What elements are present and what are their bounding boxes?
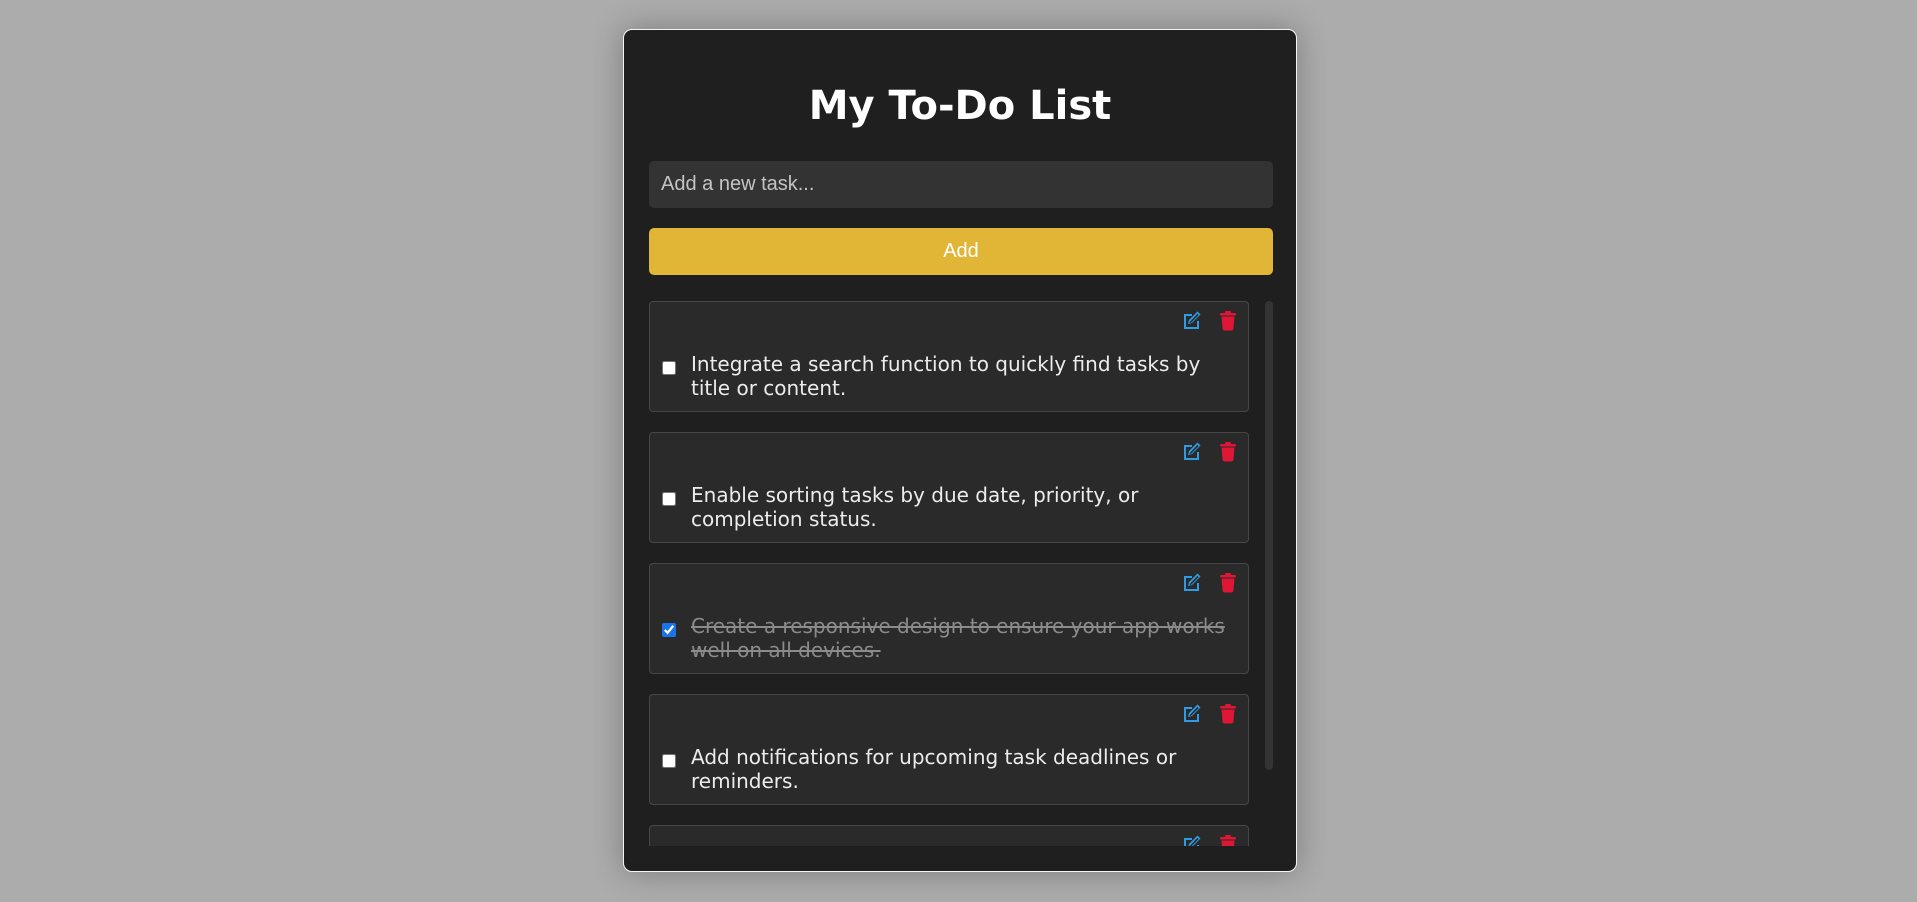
todo-app-panel: My To-Do List Add Integrate a se: [623, 29, 1297, 872]
task-actions: [1180, 308, 1240, 332]
edit-icon[interactable]: [1180, 439, 1204, 463]
add-task-button[interactable]: Add: [649, 228, 1273, 275]
task-actions: [1180, 832, 1240, 846]
task-text: Enable sorting tasks by due date, priori…: [691, 483, 1139, 531]
trash-icon[interactable]: [1216, 570, 1240, 594]
edit-icon[interactable]: [1180, 308, 1204, 332]
trash-icon[interactable]: [1216, 439, 1240, 463]
task-checkbox[interactable]: [662, 361, 676, 375]
edit-icon[interactable]: [1180, 570, 1204, 594]
task-actions: [1180, 701, 1240, 725]
edit-icon[interactable]: [1180, 701, 1204, 725]
trash-icon[interactable]: [1216, 832, 1240, 846]
task-item: [649, 825, 1249, 846]
task-checkbox[interactable]: [662, 754, 676, 768]
task-text: Create a responsive design to ensure you…: [691, 614, 1225, 662]
task-list-scrollbar[interactable]: [1265, 301, 1273, 770]
task-text: Add notifications for upcoming task dead…: [691, 745, 1177, 793]
task-actions: [1180, 570, 1240, 594]
task-text: Integrate a search function to quickly f…: [691, 352, 1201, 400]
task-list[interactable]: Integrate a search function to quickly f…: [649, 301, 1273, 846]
edit-icon[interactable]: [1180, 832, 1204, 846]
new-task-input[interactable]: [649, 161, 1273, 208]
task-item: Create a responsive design to ensure you…: [649, 563, 1249, 674]
trash-icon[interactable]: [1216, 701, 1240, 725]
task-item: Integrate a search function to quickly f…: [649, 301, 1249, 412]
page-title: My To-Do List: [808, 83, 1112, 129]
trash-icon[interactable]: [1216, 308, 1240, 332]
task-item: Add notifications for upcoming task dead…: [649, 694, 1249, 805]
task-checkbox[interactable]: [662, 623, 676, 637]
task-actions: [1180, 439, 1240, 463]
task-item: Enable sorting tasks by due date, priori…: [649, 432, 1249, 543]
task-checkbox[interactable]: [662, 492, 676, 506]
